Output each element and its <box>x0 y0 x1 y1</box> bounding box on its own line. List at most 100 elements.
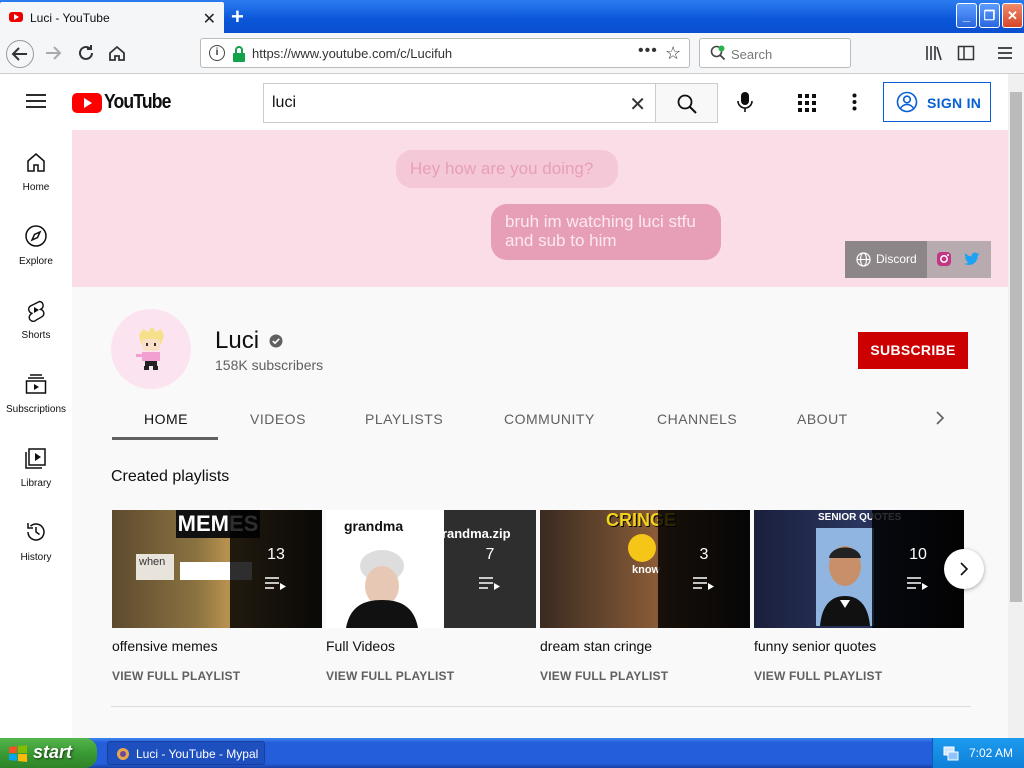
sidebar-item-history[interactable]: History <box>0 500 72 574</box>
sidebar-item-label: Home <box>22 182 50 193</box>
page-actions-icon[interactable]: ••• <box>638 42 658 60</box>
thumbnail-portrait <box>346 540 418 628</box>
tab-channels[interactable]: CHANNELS <box>657 411 737 427</box>
microphone-icon[interactable] <box>737 91 753 113</box>
twitter-icon[interactable] <box>964 252 980 266</box>
channel-name: Luci <box>215 327 260 354</box>
view-full-playlist-link[interactable]: VIEW FULL PLAYLIST <box>326 669 454 683</box>
url-text[interactable]: https://www.youtube.com/c/Lucifuh <box>252 46 452 61</box>
sidebar-item-explore[interactable]: Explore <box>0 204 72 278</box>
playlist-queue-icon <box>265 576 287 590</box>
compass-icon <box>25 225 47 247</box>
shorts-icon <box>28 300 45 322</box>
browser-search-placeholder: Search <box>731 47 773 62</box>
youtube-logo-icon <box>72 93 102 113</box>
discord-label: Discord <box>876 252 917 266</box>
instagram-icon[interactable] <box>936 251 952 267</box>
sidebar-item-home[interactable]: Home <box>0 130 72 204</box>
clear-search-icon[interactable]: ✕ <box>629 92 646 117</box>
reload-icon[interactable] <box>73 40 101 68</box>
tabs-scroll-right-icon[interactable] <box>934 410 946 426</box>
channel-banner: Hey how are you doing? bruh im watching … <box>72 130 1008 287</box>
network-icon[interactable] <box>943 745 959 761</box>
playlist-queue-icon <box>693 576 715 590</box>
history-icon <box>27 523 45 541</box>
sidebar-item-shorts[interactable]: Shorts <box>0 278 72 352</box>
clock: 7:02 AM <box>969 746 1014 760</box>
back-icon[interactable] <box>6 40 34 68</box>
view-full-playlist-link[interactable]: VIEW FULL PLAYLIST <box>754 669 882 683</box>
windows-flag-icon <box>9 745 27 762</box>
library-icon[interactable] <box>925 44 943 62</box>
carousel-next-button[interactable] <box>944 549 984 589</box>
maximize-icon[interactable]: ❐ <box>979 3 1000 28</box>
forward-icon[interactable] <box>40 40 68 68</box>
url-bar[interactable]: i https://www.youtube.com/c/Lucifuh ••• … <box>200 38 690 68</box>
tab-about[interactable]: ABOUT <box>797 411 848 427</box>
youtube-search-button[interactable] <box>655 83 718 123</box>
minimize-icon[interactable]: _ <box>956 3 977 28</box>
tab-videos[interactable]: VIDEOS <box>250 411 306 427</box>
sidebar-item-label: Subscriptions <box>5 404 67 415</box>
playlist-title[interactable]: Full Videos <box>326 638 395 654</box>
view-full-playlist-link[interactable]: VIEW FULL PLAYLIST <box>112 669 240 683</box>
sidebar-item-label: History <box>20 552 52 563</box>
section-title: Created playlists <box>111 468 230 485</box>
thumbnail-caption: grandma <box>344 518 404 534</box>
sidebar-toggle-icon[interactable] <box>957 44 975 62</box>
scrollbar-thumb[interactable] <box>1010 92 1022 602</box>
playlist-queue-icon <box>907 576 929 590</box>
youtube-favicon-icon <box>9 12 23 22</box>
youtube-search-input[interactable]: luci ✕ <box>263 83 656 123</box>
start-button[interactable]: start <box>0 738 97 768</box>
banner-chat-bubble-2: bruh im watching luci stfu and sub to hi… <box>491 204 721 260</box>
hamburger-menu-icon[interactable] <box>26 93 46 109</box>
subscriber-count: 158K subscribers <box>215 357 324 373</box>
home-icon <box>27 153 45 172</box>
tab-playlists[interactable]: PLAYLISTS <box>365 411 443 427</box>
library-icon <box>25 448 46 469</box>
sidebar-item-library[interactable]: Library <box>0 426 72 500</box>
channel-links: Discord <box>845 241 991 278</box>
sidebar-item-subscriptions[interactable]: Subscriptions <box>0 352 72 426</box>
tab-home[interactable]: HOME <box>144 411 188 427</box>
start-label: start <box>33 742 73 762</box>
sidebar-item-label: Shorts <box>21 330 51 341</box>
playlist-video-count: 7 <box>485 546 495 563</box>
playlist-overlay <box>230 510 322 628</box>
sidebar-item-label: Library <box>20 478 52 489</box>
lock-icon[interactable] <box>232 46 246 62</box>
playlist-title[interactable]: funny senior quotes <box>754 638 876 654</box>
settings-more-icon[interactable] <box>852 93 857 111</box>
browser-tab-bar: Luci - YouTube ✕ + _ ❐ ✕ <box>0 0 1024 33</box>
playlist-overlay <box>658 510 750 628</box>
account-icon <box>896 91 918 113</box>
menu-icon[interactable] <box>997 44 1013 62</box>
apps-grid-icon[interactable] <box>798 94 816 112</box>
browser-search-box[interactable]: Search <box>699 38 851 68</box>
tab-close-icon[interactable]: ✕ <box>203 9 216 29</box>
page-scrollbar[interactable] <box>1008 74 1024 738</box>
playlist-title[interactable]: offensive memes <box>112 638 218 654</box>
taskbar-item-browser[interactable]: Luci - YouTube - Mypal <box>107 741 265 765</box>
channel-avatar[interactable] <box>111 309 191 389</box>
chevron-right-icon <box>960 562 969 576</box>
new-tab-icon[interactable]: + <box>231 4 244 30</box>
view-full-playlist-link[interactable]: VIEW FULL PLAYLIST <box>540 669 668 683</box>
playlist-title[interactable]: dream stan cringe <box>540 638 652 654</box>
browser-tab[interactable]: Luci - YouTube ✕ <box>0 2 224 33</box>
info-icon[interactable]: i <box>209 45 225 61</box>
home-icon[interactable] <box>104 40 132 68</box>
tab-community[interactable]: COMMUNITY <box>504 411 595 427</box>
youtube-search-value[interactable]: luci <box>272 94 296 112</box>
sign-in-button[interactable]: SIGN IN <box>883 82 991 122</box>
playlist-video-count: 3 <box>699 546 709 563</box>
thumbnail-small-text: when <box>136 554 174 580</box>
bookmark-star-icon[interactable]: ☆ <box>665 43 681 64</box>
window-close-icon[interactable]: ✕ <box>1002 3 1023 28</box>
channel-header: Luci 158K subscribers SUBSCRIBE HOME VID… <box>72 287 1008 440</box>
discord-link[interactable]: Discord <box>845 241 927 278</box>
browser-app-icon <box>117 748 129 760</box>
verified-badge-icon <box>269 334 283 348</box>
subscribe-button[interactable]: SUBSCRIBE <box>858 332 968 369</box>
